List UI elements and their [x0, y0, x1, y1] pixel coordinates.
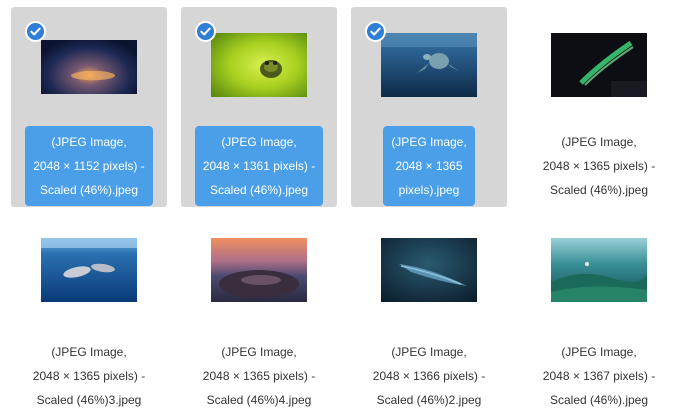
file-name-line: 2048 × 1367 pixels) -	[542, 369, 656, 383]
image-thumbnail[interactable]	[211, 33, 307, 97]
file-name-label[interactable]: (JPEG Image, 2048 × 1361 pixels) - Scale…	[181, 126, 337, 206]
file-name-line: Scaled (46%).jpeg	[549, 183, 649, 197]
file-item[interactable]: (JPEG Image, 2048 × 1365 pixels) - Scale…	[181, 212, 337, 410]
file-name-line: 2048 × 1365 pixels) -	[202, 369, 316, 383]
file-name-line: 2048 × 1361 pixels) -	[198, 154, 320, 178]
file-name-line: (JPEG Image,	[561, 345, 637, 359]
file-name-line: Scaled (46%).jpeg	[198, 178, 320, 202]
file-name-line: 2048 × 1365	[387, 154, 471, 178]
image-thumbnail[interactable]	[41, 40, 137, 94]
file-name-line: Scaled (46%).jpeg	[29, 178, 149, 202]
file-name-line: 2048 × 1366 pixels) -	[372, 369, 486, 383]
file-name-line: (JPEG Image,	[221, 345, 297, 359]
file-name-label[interactable]: (JPEG Image, 2048 × 1365 pixels) - Scale…	[521, 126, 677, 206]
file-name-line: (JPEG Image,	[51, 345, 127, 359]
file-name-line: (JPEG Image,	[198, 130, 320, 154]
file-item[interactable]: (JPEG Image, 2048 × 1365 pixels) - Scale…	[521, 7, 677, 207]
selected-check-icon[interactable]	[25, 21, 46, 42]
file-name-line: Scaled (46%)2.jpeg	[376, 393, 482, 407]
image-thumbnail[interactable]	[551, 238, 647, 302]
file-name-line: 2048 × 1365 pixels) -	[542, 159, 656, 173]
file-name-line: (JPEG Image,	[387, 130, 471, 154]
file-icon-grid: (JPEG Image, 2048 × 1152 pixels) - Scale…	[0, 0, 680, 410]
file-name-line: Scaled (46%)4.jpeg	[206, 393, 312, 407]
file-name-line: (JPEG Image,	[561, 135, 637, 149]
file-name-line: (JPEG Image,	[29, 130, 149, 154]
file-name-line: Scaled (46%)3.jpeg	[36, 393, 142, 407]
file-item[interactable]: (JPEG Image, 2048 × 1152 pixels) - Scale…	[11, 7, 167, 207]
file-name-label[interactable]: (JPEG Image, 2048 × 1366 pixels) - Scale…	[351, 336, 507, 410]
file-name-label[interactable]: (JPEG Image, 2048 × 1367 pixels) - Scale…	[521, 336, 677, 410]
file-item[interactable]: (JPEG Image, 2048 × 1366 pixels) - Scale…	[351, 212, 507, 410]
file-name-line: (JPEG Image,	[391, 345, 467, 359]
file-item[interactable]: (JPEG Image, 2048 × 1361 pixels) - Scale…	[181, 7, 337, 207]
image-thumbnail[interactable]	[381, 238, 477, 302]
file-name-line: pixels).jpeg	[387, 178, 471, 202]
file-item[interactable]: (JPEG Image, 2048 × 1365 pixels).jpeg	[351, 7, 507, 207]
file-name-label[interactable]: (JPEG Image, 2048 × 1365 pixels) - Scale…	[11, 336, 167, 410]
selected-check-icon[interactable]	[195, 21, 216, 42]
file-name-label[interactable]: (JPEG Image, 2048 × 1365 pixels) - Scale…	[181, 336, 337, 410]
file-name-line: Scaled (46%).jpeg	[549, 393, 649, 407]
file-item[interactable]: (JPEG Image, 2048 × 1367 pixels) - Scale…	[521, 212, 677, 410]
file-name-label[interactable]: (JPEG Image, 2048 × 1365 pixels).jpeg	[351, 126, 507, 206]
image-thumbnail[interactable]	[381, 33, 477, 97]
file-item[interactable]: (JPEG Image, 2048 × 1365 pixels) - Scale…	[11, 212, 167, 410]
file-name-line: 2048 × 1152 pixels) -	[29, 154, 149, 178]
file-name-line: 2048 × 1365 pixels) -	[32, 369, 146, 383]
image-thumbnail[interactable]	[211, 238, 307, 302]
file-name-label[interactable]: (JPEG Image, 2048 × 1152 pixels) - Scale…	[11, 126, 167, 206]
image-thumbnail[interactable]	[41, 238, 137, 302]
image-thumbnail[interactable]	[551, 33, 647, 97]
selected-check-icon[interactable]	[365, 21, 386, 42]
